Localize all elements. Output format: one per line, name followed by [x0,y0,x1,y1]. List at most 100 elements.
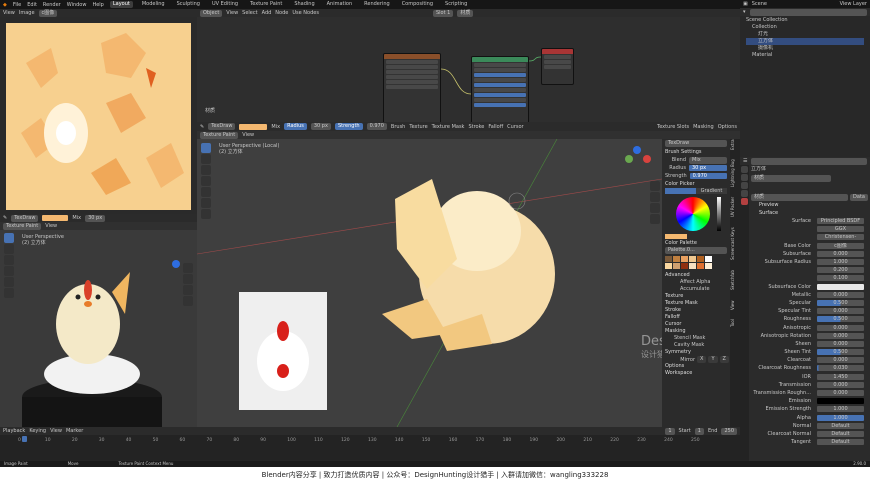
grid-icon[interactable] [650,214,660,224]
texture-header[interactable]: Texture [662,293,730,300]
palette-swatch[interactable] [697,263,704,269]
mirror-z-toggle[interactable]: Z [719,356,729,363]
shader-input-value[interactable]: 1.450 [817,373,864,380]
object-tab-icon[interactable] [741,182,748,189]
shader-input-value[interactable]: 0.000 [817,332,864,339]
texture-mask-header[interactable]: Texture Mask [662,300,730,307]
affect-alpha-checkbox[interactable]: Affect Alpha [662,279,730,286]
advanced-header[interactable]: Advanced [662,271,730,279]
side-tab-uv-packer[interactable]: UV Packer [730,197,735,217]
left-3d-viewport[interactable]: ✎ TexDraw Mix 30 px Texture Paint View U… [0,214,197,427]
brush-name-field[interactable]: TexDraw [11,214,39,222]
palette-swatch[interactable] [673,263,680,269]
shader-input-value[interactable]: 0.500 [817,299,864,306]
outliner-search-input[interactable] [749,8,867,16]
keying-menu[interactable]: Keying [29,428,46,434]
shader-input-value[interactable]: Default [817,430,864,437]
workspace-tab-animation[interactable]: Animation [324,1,356,8]
shader-input-value[interactable]: 0.000 [817,357,864,364]
options-header[interactable]: Options [662,363,730,370]
menu-window[interactable]: Window [67,2,87,8]
camera-icon[interactable] [650,203,660,213]
side-tab-extra[interactable]: Extra [730,139,735,150]
end-frame-field[interactable]: 250 [721,427,737,435]
workspace-tab-shading[interactable]: Shading [291,1,317,8]
shader-input-value[interactable]: 0.000 [817,308,864,315]
radius-label[interactable]: Radius [284,123,307,130]
shader-input-value[interactable]: 1.000 [817,406,864,413]
filter-icon[interactable]: ▾ [743,9,746,15]
brush-menu[interactable]: Brush [391,124,405,130]
hand-pan-icon[interactable] [183,274,193,284]
subsurface-method-dropdown[interactable]: Christensen-Burley [817,234,864,241]
masking-menu[interactable]: Masking [693,124,714,130]
material-name-field[interactable]: 材质 [751,194,849,201]
side-tab-tool[interactable]: Tool [730,320,735,328]
shader-input-value[interactable] [817,283,864,290]
workspace-tab-rendering[interactable]: Rendering [361,1,393,8]
side-tab-sketchfab[interactable]: Sketchfab [730,270,735,290]
shader-input-value[interactable]: 0.100 [817,275,864,282]
radius-slider[interactable]: 30 px [689,165,727,171]
palette-swatch[interactable] [689,263,696,269]
shader-input-value[interactable]: 1.000 [817,259,864,266]
output-tab-icon[interactable] [741,174,748,181]
menu-file[interactable]: File [13,2,21,8]
blend-dropdown[interactable]: Mix [689,156,727,164]
side-tab-lightning-bug[interactable]: Lightning Bug [730,160,735,188]
symmetry-header[interactable]: Symmetry [662,349,730,356]
view-menu[interactable]: View [50,428,62,434]
brush-name-field[interactable]: TexDraw [208,123,236,130]
shader-input-value[interactable] [817,398,864,405]
view-menu[interactable]: View [45,223,57,229]
shader-input-value[interactable]: 1.000 [817,414,864,421]
current-frame-field[interactable]: 1 [665,427,675,435]
mirror-y-toggle[interactable]: Y [708,356,718,363]
strength-label[interactable]: Strength [334,123,363,130]
workspace-tab-texture-paint[interactable]: Texture Paint [247,1,285,8]
mirror-x-toggle[interactable]: X [697,356,707,363]
side-tab-view[interactable]: View [730,300,735,310]
stencil-mask-row[interactable]: Stencil Mask [662,335,730,342]
palette-swatch[interactable] [681,256,688,262]
shader-input-value[interactable]: 0.500 [817,349,864,356]
uv-texture-canvas[interactable] [6,23,191,210]
texture-mask-menu[interactable]: Texture Mask [432,124,465,130]
shader-input-value[interactable]: c图像 [817,242,864,249]
surface-shader-field[interactable]: Principled BSDF [817,218,864,225]
playback-menu[interactable]: Playback [3,428,25,434]
material-tab-icon[interactable] [741,198,748,205]
value-slider[interactable] [717,197,721,231]
material-slot-list[interactable]: 材质 [751,175,831,182]
accumulate-checkbox[interactable]: Accumulate [662,286,730,293]
view-layer-field[interactable]: View Layer [840,1,867,7]
workspace-header[interactable]: Workspace [662,370,730,377]
render-tab-icon[interactable] [741,166,748,173]
cursor-menu[interactable]: Cursor [507,124,523,130]
masking-header[interactable]: Masking [662,328,730,335]
cube-row[interactable]: 立方体 [746,38,864,45]
texture-menu[interactable]: Texture [409,124,427,130]
strength-field[interactable]: 0.970 [366,123,387,130]
camera-icon[interactable] [183,285,193,295]
image-name-field[interactable]: c图像 [38,9,58,17]
main-3d-viewport[interactable]: ✎ TexDraw Mix Radius 30 px Strength 0.97… [197,122,740,427]
mode-dropdown[interactable]: Texture Paint [200,131,239,139]
camera-row[interactable]: 摄像机 [746,45,864,52]
falloff-header[interactable]: Falloff [662,314,730,321]
view-menu[interactable]: View [3,10,15,16]
distribution-dropdown[interactable]: GGX [817,226,864,233]
modifier-tab-icon[interactable] [741,190,748,197]
shader-input-value[interactable]: 0.000 [817,390,864,397]
scene-collection-row[interactable]: Scene Collection [746,17,864,24]
tool-brush-field[interactable]: TexDraw [665,140,727,147]
palette-name-field[interactable]: Palette.0... [665,247,727,254]
menu-help[interactable]: Help [92,2,103,8]
view-menu[interactable]: View [242,132,254,138]
brush-icon[interactable]: ✎ [3,215,7,221]
shader-input-value[interactable]: 0.030 [817,365,864,372]
brush-color-swatch[interactable] [239,123,268,130]
blend-dropdown[interactable]: Mix [271,124,280,130]
palette-swatch[interactable] [705,263,712,269]
palette-swatch[interactable] [665,256,672,262]
